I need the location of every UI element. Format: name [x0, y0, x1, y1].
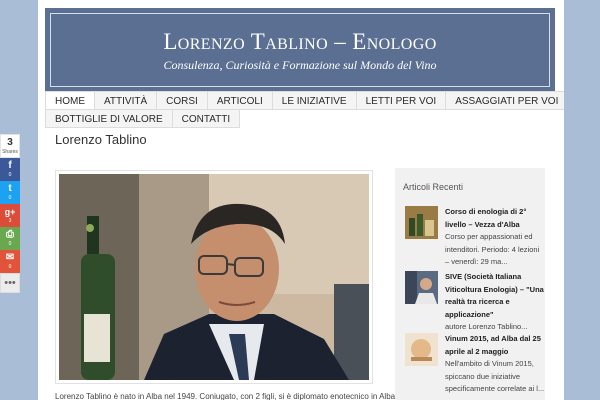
recent-post-item: SIVE (Società Italiana Viticoltura Enolo… [405, 271, 544, 331]
nav-item-attivita[interactable]: ATTIVITÀ [94, 91, 158, 110]
nav-item-home[interactable]: HOME [45, 91, 95, 110]
portrait-photo [59, 174, 369, 380]
share-bar: 3 Shares f 0 t 0 g+ 3 ⎙ 0 ✉ 0 ••• [0, 134, 20, 293]
site-title[interactable]: Lorenzo Tablino – Enologo [51, 30, 549, 54]
recent-post-link[interactable]: SIVE (Società Italiana Viticoltura Enolo… [445, 271, 545, 321]
sidebar: Articoli Recenti Corso di enologia di 2°… [395, 168, 545, 400]
portrait-illustration [59, 174, 369, 380]
nav-item-le-iniziative[interactable]: LE INIZIATIVE [271, 91, 357, 110]
nav-row-1: HOME ATTIVITÀ CORSI ARTICOLI LE INIZIATI… [45, 91, 564, 110]
nav-row-2: BOTTIGLIE DI VALORE CONTATTI [45, 109, 555, 128]
more-share-button[interactable]: ••• [0, 273, 20, 293]
recent-post-thumbnail-image [405, 206, 438, 239]
site-header-frame: Lorenzo Tablino – Enologo Consulenza, Cu… [50, 13, 550, 87]
google-plus-share-count: 3 [8, 218, 12, 224]
twitter-share-count: 0 [8, 195, 12, 201]
nav-item-contatti[interactable]: CONTATTI [171, 109, 241, 128]
nav-item-letti-per-voi[interactable]: LETTI PER VOI [355, 91, 447, 110]
email-icon: ✉ [5, 252, 15, 263]
print-share-count: 0 [8, 241, 12, 247]
post-excerpt: Lorenzo Tablino è nato in Alba nel 1949.… [55, 392, 396, 400]
facebook-share-button[interactable]: f 0 [0, 158, 20, 181]
main-nav: HOME ATTIVITÀ CORSI ARTICOLI LE INIZIATI… [45, 91, 564, 128]
facebook-share-count: 0 [8, 172, 12, 178]
twitter-share-button[interactable]: t 0 [0, 181, 20, 204]
page-title: Lorenzo Tablino [55, 132, 147, 147]
recent-post-thumbnail[interactable] [405, 271, 438, 304]
post-image [55, 170, 373, 384]
nav-item-assaggiati-per-voi[interactable]: ASSAGGIATI PER VOI [445, 91, 564, 110]
recent-post-link[interactable]: Corso di enologia di 2° livello – Vezza … [445, 206, 545, 231]
recent-post-thumbnail-image [405, 333, 438, 366]
print-share-button[interactable]: ⎙ 0 [0, 227, 20, 250]
facebook-icon: f [8, 160, 12, 171]
google-plus-share-button[interactable]: g+ 3 [0, 204, 20, 227]
nav-item-bottiglie-di-valore[interactable]: BOTTIGLIE DI VALORE [45, 109, 173, 128]
recent-post-thumbnail-image [405, 271, 438, 304]
site-tagline: Consulenza, Curiosità e Formazione sul M… [163, 58, 437, 72]
site-header: Lorenzo Tablino – Enologo Consulenza, Cu… [45, 8, 555, 92]
email-share-button[interactable]: ✉ 0 [0, 250, 20, 273]
recent-post-thumbnail[interactable] [405, 333, 438, 366]
recent-post-excerpt: Corso per appassionati ed intenditori. P… [445, 232, 540, 266]
nav-item-articoli[interactable]: ARTICOLI [206, 91, 273, 110]
share-total-count: 3 [7, 137, 13, 148]
twitter-icon: t [8, 183, 12, 194]
recent-post-excerpt: Nell'ambito di Vinum 2015, spiccano due … [445, 359, 545, 393]
recent-post-item: Vinum 2015, ad Alba dal 25 aprile al 2 m… [405, 333, 544, 400]
share-total: 3 Shares [0, 134, 20, 158]
recent-post-item: Corso di enologia di 2° livello – Vezza … [405, 206, 541, 266]
nav-item-corsi[interactable]: CORSI [156, 91, 208, 110]
share-total-label: Shares [2, 149, 18, 155]
print-icon: ⎙ [6, 229, 14, 240]
recent-post-link[interactable]: Vinum 2015, ad Alba dal 25 aprile al 2 m… [445, 333, 545, 358]
recent-posts-title: Articoli Recenti [403, 182, 464, 192]
email-share-count: 0 [8, 264, 12, 270]
google-plus-icon: g+ [4, 207, 16, 217]
recent-post-thumbnail[interactable] [405, 206, 438, 239]
recent-post-excerpt: autore Lorenzo Tablino... [445, 322, 528, 331]
page-container: Lorenzo Tablino – Enologo Consulenza, Cu… [38, 0, 564, 400]
